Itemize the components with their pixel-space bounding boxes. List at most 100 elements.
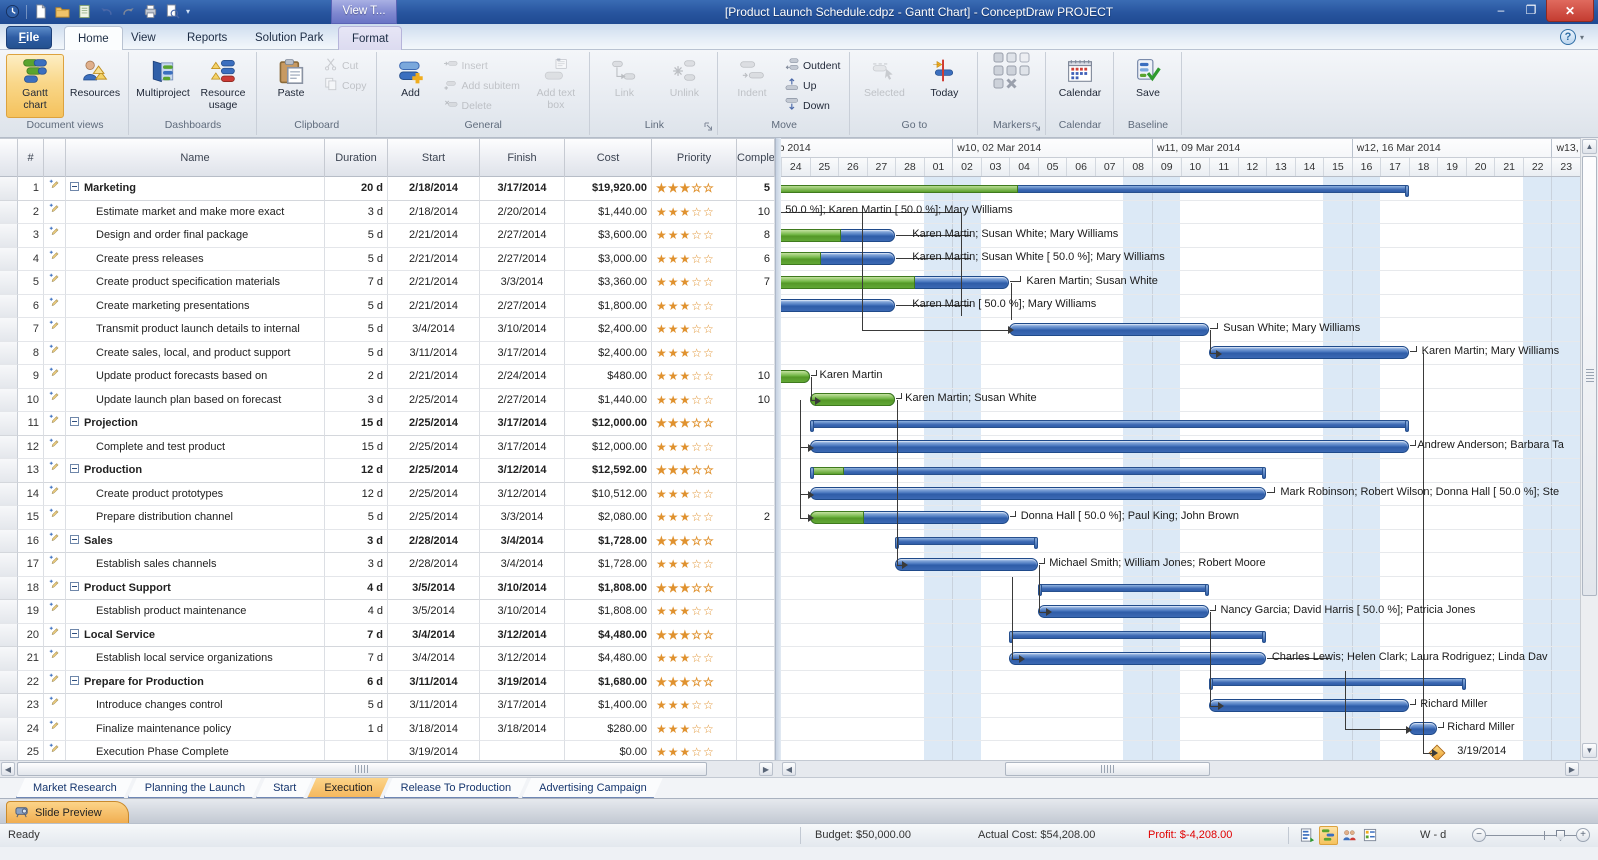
gantt-bar-summary[interactable] (895, 537, 1038, 545)
table-row[interactable]: 3Design and order final package5 d2/21/2… (0, 224, 775, 248)
table-row[interactable]: 8Create sales, local, and product suppor… (0, 342, 775, 366)
gantt-bar-summary[interactable] (1038, 584, 1209, 592)
table-row[interactable]: 5Create product specification materials7… (0, 271, 775, 295)
gantt-scroll-right-button[interactable]: ▶ (1565, 762, 1579, 776)
column-header-#[interactable]: # (18, 139, 44, 177)
table-row[interactable]: 21Establish local service organizations7… (0, 647, 775, 671)
table-row[interactable]: 9Update product forecasts based on2 d2/2… (0, 365, 775, 389)
table-row[interactable]: 2Estimate market and make more exact3 d2… (0, 201, 775, 225)
gantt-bar-task[interactable] (1209, 699, 1409, 712)
gantt-bar-summary[interactable] (810, 420, 1409, 428)
collapse-icon[interactable] (70, 676, 79, 688)
table-scroll-left-button[interactable]: ◀ (1, 762, 15, 776)
close-button[interactable]: ✕ (1546, 0, 1594, 22)
phase-tab-release-to-production[interactable]: Release To Production (384, 778, 528, 798)
zoom-slider[interactable]: − + (1472, 828, 1590, 843)
restore-button[interactable]: ❐ (1516, 0, 1546, 20)
table-row[interactable]: 11Projection15 d2/25/20143/17/2014$12,00… (0, 412, 775, 436)
copy-button[interactable]: Copy (322, 76, 372, 95)
table-row[interactable]: 7Transmit product launch details to inte… (0, 318, 775, 342)
gantt-bar-task[interactable] (781, 276, 1009, 289)
scroll-down-button[interactable]: ▼ (1582, 743, 1597, 758)
column-header-priority[interactable]: Priority (652, 139, 737, 177)
gantt-bar-summary[interactable] (1209, 678, 1466, 686)
column-header-finish[interactable]: Finish (480, 139, 565, 177)
zoom-thumb[interactable] (1556, 830, 1565, 841)
gantt-bar-task[interactable] (1038, 605, 1209, 618)
multiproject-button[interactable]: Multiproject (134, 54, 192, 118)
today-button[interactable]: Today (915, 54, 973, 118)
tab-home[interactable]: Home (64, 26, 123, 50)
table-row[interactable]: 16Sales3 d2/28/20143/4/2014$1,728.00★★★☆… (0, 530, 775, 554)
notes-icon[interactable] (76, 3, 93, 20)
column-header-complete[interactable]: Complete (737, 139, 775, 177)
indent-button[interactable]: Indent (723, 54, 781, 118)
collapse-icon[interactable] (70, 464, 79, 476)
gantt-bar-task[interactable] (781, 299, 895, 312)
undo-icon[interactable] (98, 3, 115, 20)
collapse-icon[interactable] (70, 417, 79, 429)
gantt-bar-task[interactable] (810, 440, 1409, 453)
gantt-bar-task[interactable] (810, 487, 1267, 500)
column-header-name[interactable]: Name (66, 139, 325, 177)
table-row[interactable]: 25Execution Phase Complete3/19/2014$0.00… (0, 741, 775, 760)
qat-customize-arrow[interactable]: ▾ (186, 7, 190, 16)
view-list-button[interactable] (1361, 826, 1380, 845)
print-preview-icon[interactable] (164, 3, 181, 20)
table-row[interactable]: 20Local Service7 d3/4/20143/12/2014$4,48… (0, 624, 775, 648)
table-row[interactable]: 24Finalize maintenance policy1 d3/18/201… (0, 718, 775, 742)
table-row[interactable]: 13Production12 d2/25/20143/12/2014$12,59… (0, 459, 775, 483)
save-button[interactable]: Save (1119, 54, 1177, 118)
redo-icon[interactable] (120, 3, 137, 20)
gantt-chart-button[interactable]: Gantt chart (6, 54, 64, 118)
paste-button[interactable]: Paste (262, 54, 320, 118)
resource-usage-button[interactable]: Resource usage (194, 54, 252, 118)
gantt-bar-task[interactable] (1009, 323, 1209, 336)
phase-tab-advertising-campaign[interactable]: Advertising Campaign (522, 778, 664, 798)
tab-solution-park[interactable]: Solution Park (242, 26, 336, 50)
table-row[interactable]: 4Create press releases5 d2/21/20142/27/2… (0, 248, 775, 272)
tab-format[interactable]: Format (338, 26, 402, 50)
gantt-bar-task[interactable] (895, 558, 1038, 571)
gantt-bar-task[interactable] (1209, 346, 1409, 359)
phase-tab-execution[interactable]: Execution (307, 778, 389, 798)
vertical-scrollbar[interactable]: ▲▼ (1580, 138, 1598, 760)
gantt-bar-task[interactable] (781, 370, 810, 383)
unlink-button[interactable]: Unlink (655, 54, 713, 118)
collapse-icon[interactable] (70, 582, 79, 594)
phase-tab-planning-the-launch[interactable]: Planning the Launch (128, 778, 262, 798)
add-text-box-button[interactable]: Add text box (527, 54, 585, 118)
outdent-button[interactable]: Outdent (783, 56, 845, 75)
print-icon[interactable] (142, 3, 159, 20)
gantt-bar-task[interactable] (810, 511, 1010, 524)
collapse-icon[interactable] (70, 182, 79, 194)
table-row[interactable]: 22Prepare for Production6 d3/11/20143/19… (0, 671, 775, 695)
gantt-bar-task[interactable] (781, 252, 895, 265)
vertical-scroll-thumb[interactable] (1582, 156, 1597, 596)
add-subitem-button[interactable]: Add subitem (442, 76, 525, 95)
table-row[interactable]: 17Establish sales channels3 d2/28/20143/… (0, 553, 775, 577)
gantt-bar-task[interactable] (1009, 652, 1266, 665)
column-header-blank[interactable] (44, 139, 66, 177)
table-scroll-right-button[interactable]: ▶ (759, 762, 773, 776)
open-icon[interactable] (54, 3, 71, 20)
gantt-bar-summary[interactable] (810, 467, 1267, 475)
phase-tab-market-research[interactable]: Market Research (16, 778, 134, 798)
add-button[interactable]: Add (382, 54, 440, 118)
gantt-scroll-thumb[interactable] (1005, 762, 1210, 776)
view-doc-button[interactable] (1298, 826, 1317, 845)
gantt-bar-summary[interactable] (1009, 631, 1266, 639)
dialog-launcher-icon[interactable] (704, 121, 713, 136)
minimize-button[interactable]: – (1486, 0, 1516, 20)
column-header-cost[interactable]: Cost (565, 139, 652, 177)
table-row[interactable]: 18Product Support4 d3/5/20143/10/2014$1,… (0, 577, 775, 601)
cut-button[interactable]: Cut (322, 56, 372, 75)
gantt-bar-task[interactable] (781, 229, 895, 242)
zoom-out-button[interactable]: − (1472, 828, 1486, 842)
table-row[interactable]: 1Marketing20 d2/18/20143/17/2014$19,920.… (0, 177, 775, 201)
selected-button[interactable]: Selected (855, 54, 913, 118)
column-header-start[interactable]: Start (388, 139, 480, 177)
resources-button[interactable]: Resources (66, 54, 124, 118)
column-header-duration[interactable]: Duration (325, 139, 388, 177)
tab-reports[interactable]: Reports (174, 26, 240, 50)
